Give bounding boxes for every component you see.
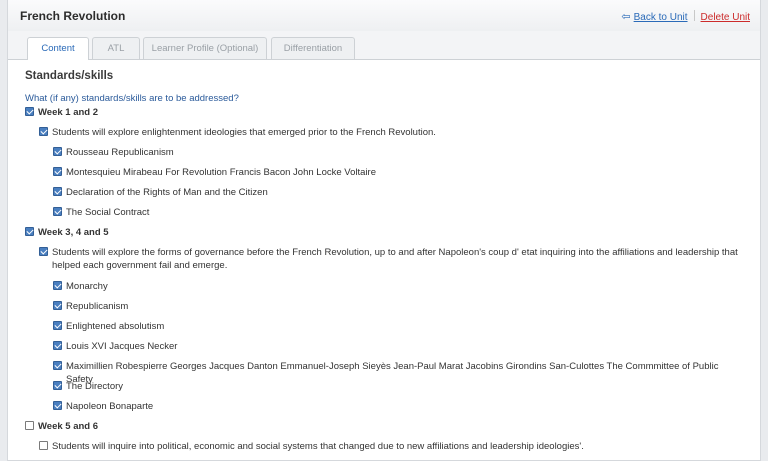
checkbox-item[interactable]: Montesquieu Mirabeau For Revolution Fran… bbox=[53, 166, 733, 179]
checkbox-item[interactable]: The Social Contract bbox=[53, 206, 733, 219]
checkbox-item[interactable]: Louis XVI Jacques Necker bbox=[53, 340, 733, 353]
tab-bar: Content ATL Learner Profile (Optional) D… bbox=[8, 31, 760, 60]
delete-unit-link[interactable]: Delete Unit bbox=[701, 12, 750, 23]
checkbox-item[interactable]: Students will inquire into political, ec… bbox=[39, 440, 739, 453]
page-title: French Revolution bbox=[20, 9, 126, 23]
checkbox[interactable] bbox=[53, 207, 62, 216]
standards-question: What (if any) standards/skills are to be… bbox=[25, 93, 239, 104]
unit-header: French Revolution ⇦ Back to Unit Delete Un… bbox=[8, 0, 760, 32]
tab-content[interactable]: Content bbox=[27, 37, 89, 60]
checkbox-item[interactable]: Week 1 and 2 bbox=[25, 106, 725, 119]
section-title: Standards/skills bbox=[25, 70, 114, 82]
checkbox-item[interactable]: The Directory bbox=[53, 380, 733, 393]
checkbox-item[interactable]: Monarchy bbox=[53, 280, 733, 293]
divider bbox=[693, 10, 695, 21]
back-arrow-icon[interactable]: ⇦ bbox=[621, 11, 630, 23]
checkbox[interactable] bbox=[53, 281, 62, 290]
checkbox-item[interactable]: Students will explore enlightenment ideo… bbox=[39, 126, 739, 139]
checkbox[interactable] bbox=[39, 247, 48, 256]
checkbox[interactable] bbox=[25, 107, 34, 116]
checkbox[interactable] bbox=[25, 227, 34, 236]
checkbox[interactable] bbox=[53, 381, 62, 390]
checkbox[interactable] bbox=[53, 167, 62, 176]
checkbox[interactable] bbox=[53, 361, 62, 370]
checkbox[interactable] bbox=[53, 401, 62, 410]
checkbox[interactable] bbox=[53, 321, 62, 330]
checkbox-item[interactable]: Republicanism bbox=[53, 300, 733, 313]
checkbox-item[interactable]: Week 5 and 6 bbox=[25, 420, 725, 433]
unit-panel: French Revolution ⇦ Back to Unit Delete Un… bbox=[7, 0, 761, 461]
back-to-unit-link[interactable]: Back to Unit bbox=[634, 12, 688, 23]
checkbox[interactable] bbox=[53, 341, 62, 350]
checkbox-item[interactable]: Students will explore the forms of gover… bbox=[39, 246, 739, 272]
checkbox[interactable] bbox=[53, 187, 62, 196]
checkbox[interactable] bbox=[39, 441, 48, 450]
tab-atl[interactable]: ATL bbox=[92, 37, 140, 59]
checkbox-item[interactable]: Enlightened absolutism bbox=[53, 320, 733, 333]
checkbox-item[interactable]: Rousseau Republicanism bbox=[53, 146, 733, 159]
header-actions: ⇦ Back to Unit Delete Unit bbox=[621, 10, 750, 23]
tab-learner-profile[interactable]: Learner Profile (Optional) bbox=[143, 37, 267, 59]
checkbox-item[interactable]: Declaration of the Rights of Man and the… bbox=[53, 186, 733, 199]
checkbox[interactable] bbox=[39, 127, 48, 136]
checkbox[interactable] bbox=[53, 147, 62, 156]
checkbox-item[interactable]: Napoleon Bonaparte bbox=[53, 400, 733, 413]
checkbox[interactable] bbox=[53, 301, 62, 310]
checkbox[interactable] bbox=[25, 421, 34, 430]
tab-differentiation[interactable]: Differentiation bbox=[271, 37, 355, 59]
checkbox-item[interactable]: Week 3, 4 and 5 bbox=[25, 226, 725, 239]
